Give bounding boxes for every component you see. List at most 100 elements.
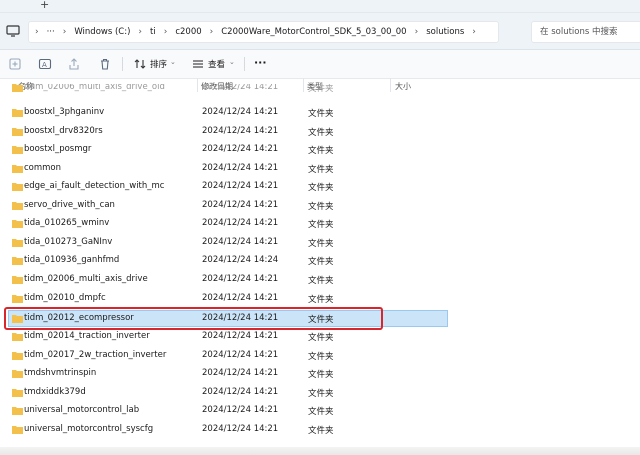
list-item[interactable]: boostxl_drv8320rs 2024/12/24 14:21 文件夹	[8, 123, 448, 140]
file-name: common	[24, 163, 62, 173]
view-icon[interactable]	[191, 57, 205, 71]
file-name: boostxl_3phganinv	[24, 107, 105, 117]
file-date: 2024/12/24 14:21	[202, 405, 279, 415]
file-type: 文件夹	[308, 84, 334, 94]
monitor-icon[interactable]	[6, 24, 20, 38]
list-item[interactable]: tidm_02006_multi_axis_drive_old 2024/12/…	[8, 84, 448, 94]
list-item[interactable]: boostxl_3phganinv 2024/12/24 14:21 文件夹	[8, 104, 448, 121]
folder-icon	[12, 257, 23, 265]
chevron-right-icon[interactable]: ›	[210, 27, 214, 37]
breadcrumb-item-ti[interactable]: ti	[150, 27, 156, 37]
more-options-button[interactable]: ···	[254, 56, 267, 69]
list-item[interactable]: universal_motorcontrol_lab 2024/12/24 14…	[8, 402, 448, 419]
folder-icon	[12, 426, 23, 434]
list-item[interactable]: boostxl_posmgr 2024/12/24 14:21 文件夹	[8, 141, 448, 158]
search-input[interactable]: 在 solutions 中搜索	[531, 21, 640, 43]
folder-icon	[12, 352, 23, 360]
file-date: 2024/12/24 14:21	[202, 293, 279, 303]
folder-icon	[12, 333, 23, 341]
folder-icon	[12, 370, 23, 378]
new-tab-button[interactable]: +	[40, 0, 49, 11]
list-item[interactable]: tida_010265_wminv 2024/12/24 14:21 文件夹	[8, 215, 448, 232]
folder-icon	[12, 239, 23, 247]
file-date: 2024/12/24 14:24	[202, 255, 279, 265]
list-item[interactable]: tidm_02010_dmpfc 2024/12/24 14:21 文件夹	[8, 290, 448, 307]
file-name: tidm_02017_2w_traction_inverter	[24, 350, 167, 360]
file-type: 文件夹	[308, 165, 334, 175]
file-date: 2024/12/24 14:21	[202, 237, 279, 247]
file-name: tida_010273_GaNInv	[24, 237, 113, 247]
file-type: 文件夹	[308, 202, 334, 212]
folder-icon	[12, 389, 23, 397]
address-bar: › ··· › Windows (C:) › ti › c2000 › C200…	[0, 13, 640, 50]
breadcrumb[interactable]: › ··· › Windows (C:) › ti › c2000 › C200…	[28, 21, 499, 43]
file-type: 文件夹	[308, 315, 334, 325]
file-date: 2024/12/24 14:21	[202, 84, 279, 92]
chevron-down-icon[interactable]: ⌄	[229, 58, 235, 66]
svg-text:A: A	[42, 61, 47, 69]
chevron-right-icon[interactable]: ›	[35, 27, 39, 37]
file-name: tidm_02014_traction_inverter	[24, 331, 150, 341]
chevron-right-icon[interactable]: ›	[415, 27, 419, 37]
breadcrumb-item-c2000[interactable]: c2000	[175, 27, 201, 37]
folder-icon	[12, 202, 23, 210]
file-type: 文件夹	[308, 109, 334, 119]
delete-icon[interactable]	[98, 57, 112, 71]
breadcrumb-item-sdk[interactable]: C2000Ware_MotorControl_SDK_5_03_00_00	[221, 27, 406, 37]
file-name: tida_010265_wminv	[24, 218, 110, 228]
view-button[interactable]: 查看	[208, 58, 225, 70]
toolbar-divider	[122, 57, 123, 71]
file-name: boostxl_drv8320rs	[24, 126, 103, 136]
sort-icon[interactable]	[133, 57, 147, 71]
list-item[interactable]: servo_drive_with_can 2024/12/24 14:21 文件…	[8, 197, 448, 214]
file-date: 2024/12/24 14:21	[202, 181, 279, 191]
file-name: boostxl_posmgr	[24, 144, 92, 154]
breadcrumb-item-windows-c[interactable]: Windows (C:)	[74, 27, 130, 37]
list-item[interactable]: tidm_02014_traction_inverter 2024/12/24 …	[8, 328, 448, 345]
breadcrumb-item-solutions[interactable]: solutions	[426, 27, 464, 37]
list-item[interactable]: tidm_02017_2w_traction_inverter 2024/12/…	[8, 347, 448, 364]
list-item[interactable]: tida_010936_ganhfmd 2024/12/24 14:24 文件夹	[8, 252, 448, 269]
folder-icon	[12, 165, 23, 173]
file-date: 2024/12/24 14:21	[202, 331, 279, 341]
file-date: 2024/12/24 14:21	[202, 350, 279, 360]
chevron-right-icon[interactable]: ›	[472, 27, 476, 37]
breadcrumb-overflow[interactable]: ···	[47, 27, 55, 37]
chevron-down-icon[interactable]: ⌄	[170, 58, 176, 66]
list-item[interactable]: common 2024/12/24 14:21 文件夹	[8, 160, 448, 177]
file-type: 文件夹	[308, 146, 334, 156]
folder-icon	[12, 183, 23, 191]
list-item[interactable]: tmdxiddk379d 2024/12/24 14:21 文件夹	[8, 384, 448, 401]
folder-icon	[12, 295, 23, 303]
rename-icon[interactable]: A	[38, 57, 52, 71]
list-item[interactable]: tmdshvmtrinspin 2024/12/24 14:21 文件夹	[8, 365, 448, 382]
list-item[interactable]: tida_010273_GaNInv 2024/12/24 14:21 文件夹	[8, 234, 448, 251]
list-item[interactable]: universal_motorcontrol_syscfg 2024/12/24…	[8, 421, 448, 438]
file-name: tidm_02012_ecompressor	[24, 313, 134, 323]
file-type: 文件夹	[308, 276, 334, 286]
folder-icon	[12, 109, 23, 117]
list-item-selected[interactable]: tidm_02012_ecompressor 2024/12/24 14:21 …	[8, 310, 448, 327]
file-type: 文件夹	[308, 352, 334, 362]
sort-button[interactable]: 排序	[150, 58, 167, 70]
file-name: tidm_02006_multi_axis_drive_old	[24, 84, 165, 92]
chevron-right-icon[interactable]: ›	[164, 27, 168, 37]
file-date: 2024/12/24 14:21	[202, 424, 279, 434]
file-date: 2024/12/24 14:21	[202, 107, 279, 117]
toolbar-divider	[244, 57, 245, 71]
list-item[interactable]: edge_ai_fault_detection_with_mc 2024/12/…	[8, 178, 448, 195]
status-bar	[0, 447, 640, 455]
chevron-right-icon[interactable]: ›	[138, 27, 142, 37]
share-icon[interactable]	[67, 57, 81, 71]
folder-icon	[12, 315, 23, 323]
file-type: 文件夹	[308, 257, 334, 267]
chevron-right-icon[interactable]: ›	[63, 27, 67, 37]
file-date: 2024/12/24 14:21	[202, 126, 279, 136]
folder-icon	[12, 84, 23, 92]
tab-strip: +	[0, 0, 640, 13]
file-type: 文件夹	[308, 426, 334, 436]
new-item-icon[interactable]	[8, 57, 22, 71]
list-item[interactable]: tidm_02006_multi_axis_drive 2024/12/24 1…	[8, 271, 448, 288]
folder-icon	[12, 276, 23, 284]
file-date: 2024/12/24 14:21	[202, 274, 279, 284]
